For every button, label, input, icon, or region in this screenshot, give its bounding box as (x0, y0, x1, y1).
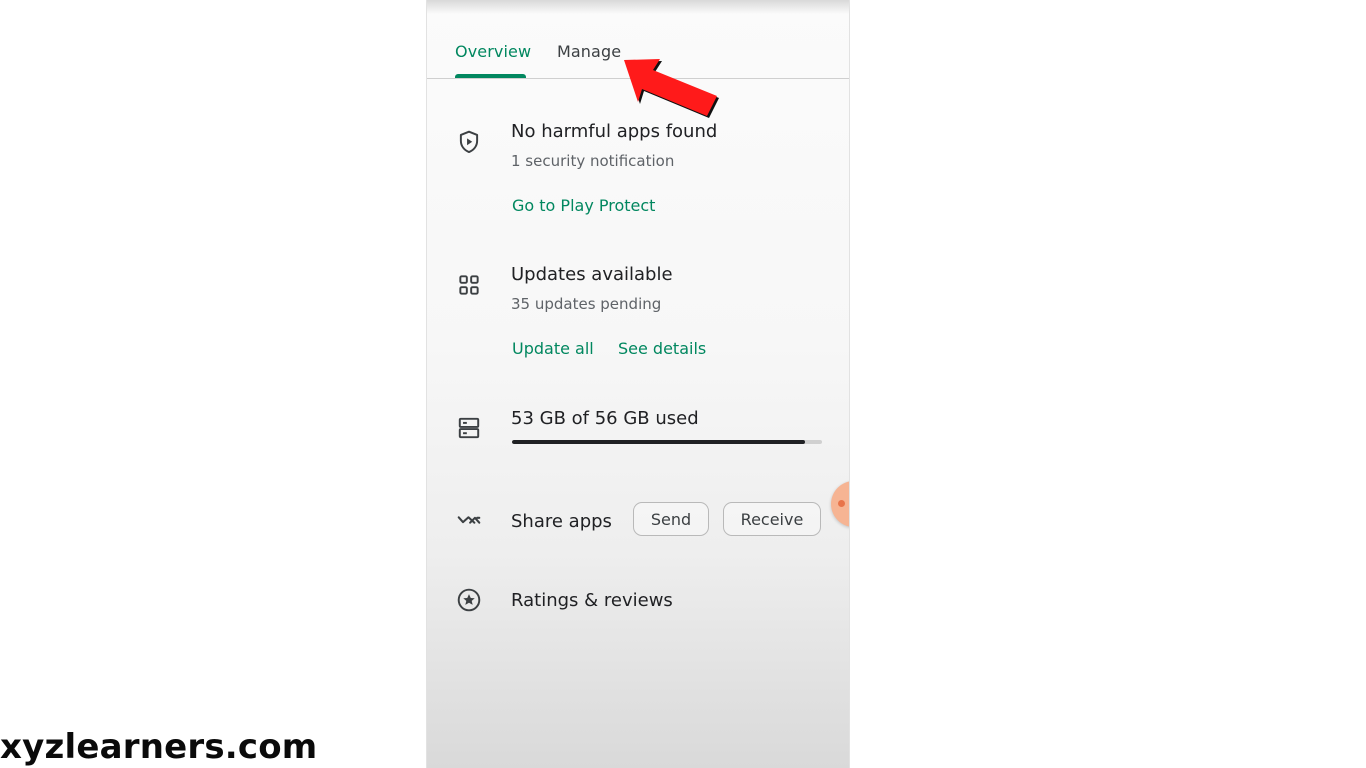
tab-manage[interactable]: Manage (557, 42, 621, 61)
updates-title: Updates available (511, 264, 673, 285)
go-to-play-protect-link[interactable]: Go to Play Protect (512, 196, 655, 215)
apps-grid-icon (455, 271, 483, 299)
receive-button[interactable]: Receive (723, 502, 821, 536)
storage-progress-fill (512, 440, 806, 444)
ratings-reviews-label[interactable]: Ratings & reviews (511, 590, 673, 611)
protect-title: No harmful apps found (511, 121, 718, 142)
red-arrow-pointer-icon (624, 59, 719, 118)
updates-subtitle: 35 updates pending (511, 295, 662, 313)
update-all-link[interactable]: Update all (512, 339, 594, 358)
shield-play-icon (455, 128, 483, 156)
share-apps-icon (455, 506, 483, 534)
see-details-link[interactable]: See details (618, 339, 706, 358)
tab-overview[interactable]: Overview (455, 42, 531, 61)
site-watermark: xyzlearners.com (0, 727, 318, 767)
storage-title: 53 GB of 56 GB used (511, 408, 699, 429)
protect-subtitle: 1 security notification (511, 152, 675, 170)
storage-icon (455, 414, 483, 442)
storage-progress-bar (512, 440, 822, 444)
floating-bubble-dot (838, 500, 845, 507)
star-circle-icon (455, 586, 483, 614)
send-button[interactable]: Send (633, 502, 709, 536)
share-apps-label: Share apps (511, 511, 612, 532)
